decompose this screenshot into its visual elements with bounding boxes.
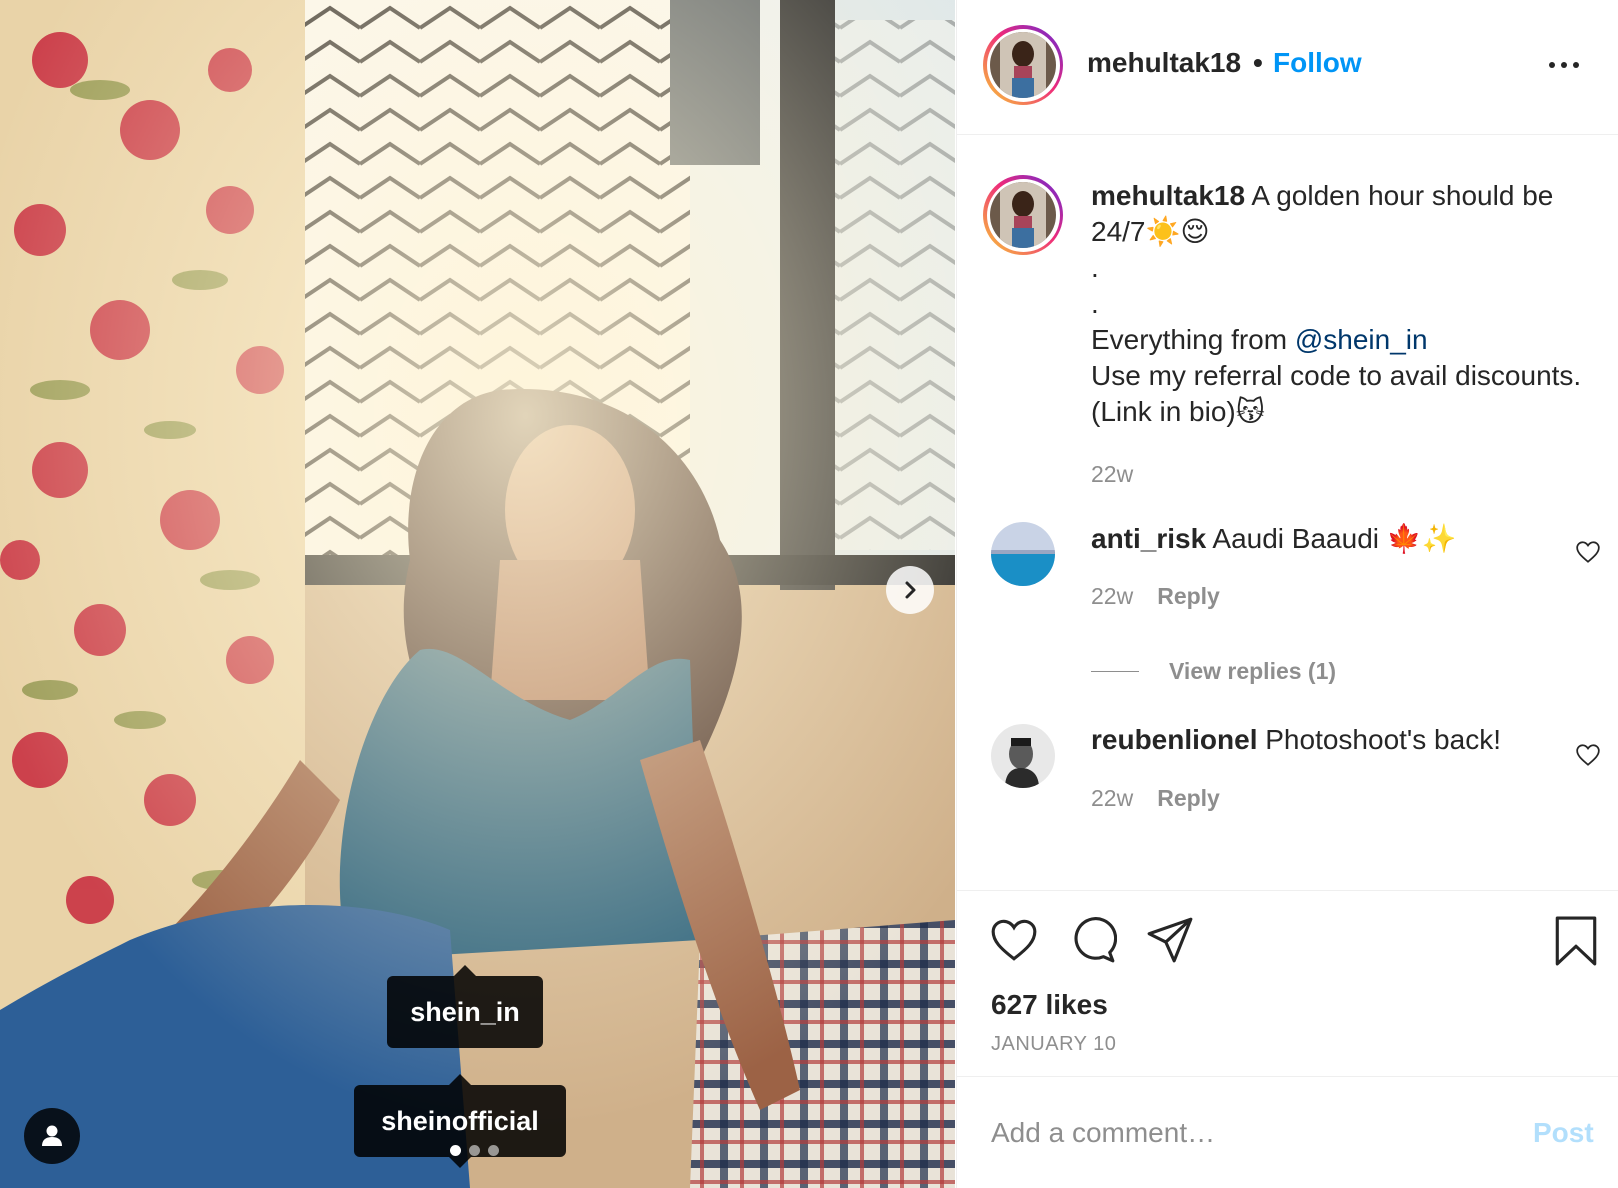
comment-icon[interactable] [1067,915,1117,965]
carousel-indicator [450,1145,499,1156]
author-username[interactable]: mehultak18 [1087,47,1241,79]
caption-mention[interactable]: @shein_in [1295,324,1428,355]
heart-small-icon[interactable] [1575,539,1601,565]
post-details-panel: mehultak18 • Follow mehultak18 A golden … [956,0,1618,1188]
more-options-icon[interactable] [1549,55,1589,75]
comment-timestamp[interactable]: 22w [1091,583,1133,610]
bookmark-icon[interactable] [1553,915,1599,967]
comment-avatar[interactable] [991,724,1055,788]
post-date[interactable]: JANUARY 10 [991,1033,1116,1056]
likes-count[interactable]: 627 likes [991,989,1108,1021]
user-tag-icon [42,1125,62,1146]
share-icon[interactable] [1145,915,1195,965]
comment-timestamp[interactable]: 22w [1091,785,1133,812]
carousel-dot [469,1145,480,1156]
comment-body: reubenlionel Photoshoot's back! [1091,724,1501,756]
post-caption: mehultak18 A golden hour should be 24/7☀… [1091,178,1606,430]
view-replies-button[interactable]: View replies (1) [1091,658,1336,685]
caption-text: Everything from [1091,324,1295,355]
product-tag-shein-in[interactable]: shein_in [387,965,543,1048]
post-comment-button[interactable]: Post [1533,1117,1594,1149]
post-media[interactable]: shein_in sheinofficial [0,0,955,1188]
caption-text: Use my referral code to avail discounts. [1091,360,1582,391]
next-image-button[interactable] [886,566,934,614]
separator-dot: • [1253,47,1263,78]
carousel-dot [450,1145,461,1156]
comments-section: mehultak18 A golden hour should be 24/7☀… [957,136,1618,890]
caption-timestamp[interactable]: 22w [1091,461,1133,488]
comment-username[interactable]: anti_risk [1091,523,1206,554]
comment-avatar[interactable] [991,522,1055,586]
comment-meta: 22w Reply [1091,785,1220,812]
caption-dot: . [1091,288,1099,319]
author-avatar[interactable] [983,25,1063,105]
post-header: mehultak18 • Follow [957,0,1618,135]
heart-icon[interactable] [989,915,1039,965]
comment-input[interactable] [991,1111,1511,1155]
caption-text: (Link in bio)😽 [1091,396,1265,427]
caption-avatar[interactable] [983,175,1063,255]
comment-text: Aaudi Baaudi 🍁✨ [1212,523,1457,554]
heart-small-icon[interactable] [1575,742,1601,768]
comment-text: Photoshoot's back! [1265,724,1501,755]
caption-username[interactable]: mehultak18 [1091,180,1245,211]
comment-meta: 22w Reply [1091,583,1220,610]
chevron-right-icon [905,581,916,599]
comment-username[interactable]: reubenlionel [1091,724,1257,755]
follow-button[interactable]: Follow [1273,47,1362,79]
divider-line [1091,671,1139,672]
post-actions: 627 likes JANUARY 10 [957,890,1618,1076]
comment-body: anti_risk Aaudi Baaudi 🍁✨ [1091,522,1457,555]
caption-dot: . [1091,252,1099,283]
tag-label: shein_in [410,996,520,1027]
reply-button[interactable]: Reply [1157,785,1220,812]
reply-button[interactable]: Reply [1157,583,1220,610]
add-comment-bar: Post [957,1076,1618,1188]
user-tags-button[interactable] [24,1108,80,1164]
carousel-dot [488,1145,499,1156]
view-replies-label: View replies (1) [1169,658,1337,684]
tag-label: sheinofficial [381,1105,539,1136]
